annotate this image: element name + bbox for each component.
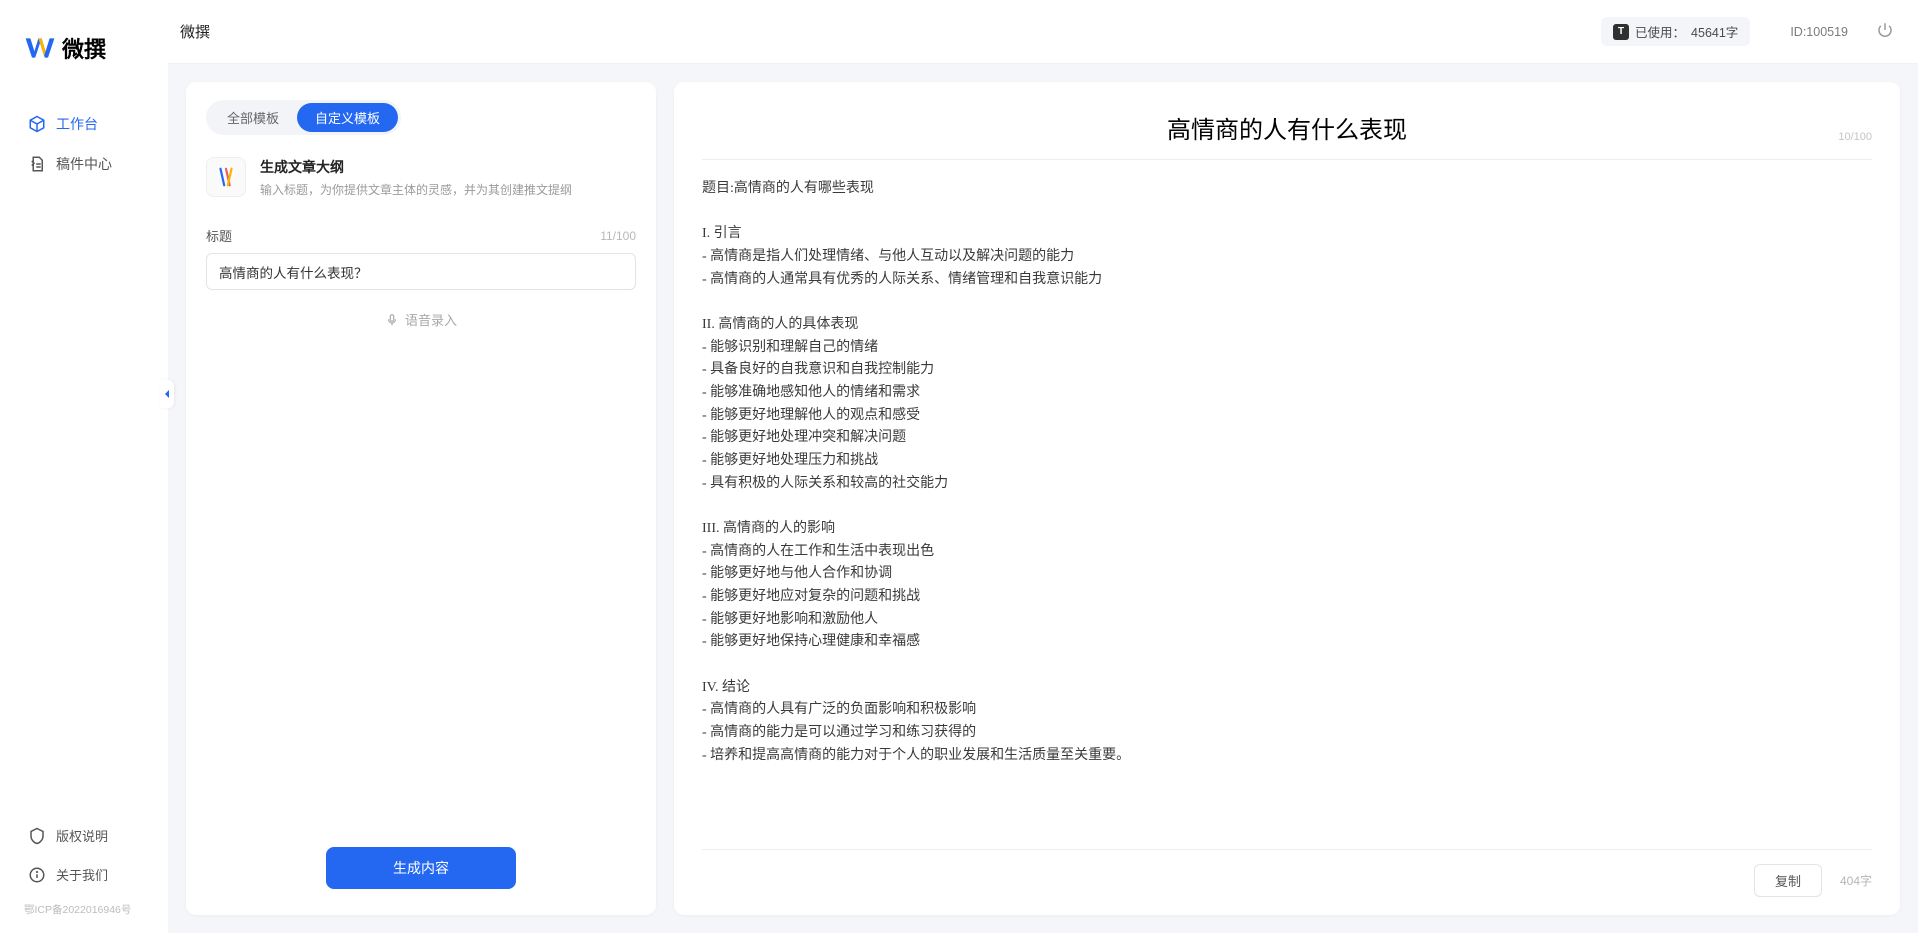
voice-input-label: 语音录入 — [405, 310, 457, 329]
output-title: 高情商的人有什么表现 — [1167, 110, 1407, 145]
document-icon — [28, 155, 46, 173]
nav-about[interactable]: 关于我们 — [16, 855, 152, 894]
info-icon — [28, 866, 46, 884]
chevron-left-icon — [162, 389, 172, 399]
output-panel: 高情商的人有什么表现 10/100 题目:高情商的人有哪些表现 I. 引言 - … — [674, 82, 1900, 915]
power-icon — [1876, 21, 1894, 39]
voice-input-button[interactable]: 语音录入 — [206, 310, 636, 329]
divider — [702, 159, 1872, 160]
microphone-icon — [385, 313, 399, 327]
output-body[interactable]: 题目:高情商的人有哪些表现 I. 引言 - 高情商是指人们处理情绪、与他人互动以… — [702, 178, 1872, 839]
icp-text: 鄂ICP备2022016946号 — [0, 894, 168, 917]
nav-label: 版权说明 — [56, 826, 108, 845]
nav-drafts[interactable]: 稿件中心 — [16, 144, 152, 184]
power-button[interactable] — [1876, 21, 1894, 42]
nav-label: 关于我们 — [56, 865, 108, 884]
nav-label: 稿件中心 — [56, 154, 112, 174]
nav-workbench[interactable]: 工作台 — [16, 104, 152, 144]
logo-text: 微撰 — [62, 32, 106, 64]
cube-icon — [28, 115, 46, 133]
template-card: 生成文章大纲 输入标题，为你提供文章主体的灵感，并为其创建推文提纲 — [206, 157, 636, 198]
title-char-count: 11/100 — [600, 229, 636, 243]
template-desc: 输入标题，为你提供文章主体的灵感，并为其创建推文提纲 — [260, 181, 572, 198]
title-input[interactable] — [206, 253, 636, 290]
brand-logo: 微撰 — [0, 32, 168, 104]
input-panel: 全部模板 自定义模板 生成文章大纲 输入标题，为你提供文章主体的灵感，并为其创建… — [186, 82, 656, 915]
text-count-icon: T — [1613, 24, 1629, 40]
shield-icon — [28, 827, 46, 845]
user-id: ID:100519 — [1790, 25, 1848, 39]
page-title: 微撰 — [180, 21, 210, 42]
logo-w-icon — [24, 32, 56, 64]
template-title: 生成文章大纲 — [260, 157, 572, 177]
generate-button[interactable]: 生成内容 — [326, 847, 516, 889]
tab-custom-template[interactable]: 自定义模板 — [297, 103, 398, 132]
output-title-count: 10/100 — [1838, 131, 1872, 143]
tab-all-templates[interactable]: 全部模板 — [209, 103, 297, 132]
sidebar-footer: 版权说明 关于我们 — [0, 816, 168, 894]
usage-prefix: 已使用： — [1635, 22, 1685, 41]
copy-button[interactable]: 复制 — [1754, 864, 1822, 897]
nav-copyright[interactable]: 版权说明 — [16, 816, 152, 855]
template-outline-icon — [206, 157, 246, 197]
title-label: 标题 — [206, 226, 232, 245]
primary-nav: 工作台 稿件中心 — [0, 104, 168, 816]
output-word-count: 404字 — [1840, 872, 1872, 889]
sidebar: 微撰 工作台 稿件中心 版权说明 关于我们 鄂ICP备2022016946号 — [0, 0, 168, 933]
nav-label: 工作台 — [56, 114, 98, 134]
usage-value: 45641字 — [1691, 22, 1738, 41]
usage-pill[interactable]: T 已使用： 45641字 — [1601, 17, 1750, 46]
template-tabs: 全部模板 自定义模板 — [206, 100, 401, 135]
topbar: 微撰 T 已使用： 45641字 ID:100519 — [168, 0, 1918, 64]
sidebar-collapse-handle[interactable] — [160, 380, 174, 408]
